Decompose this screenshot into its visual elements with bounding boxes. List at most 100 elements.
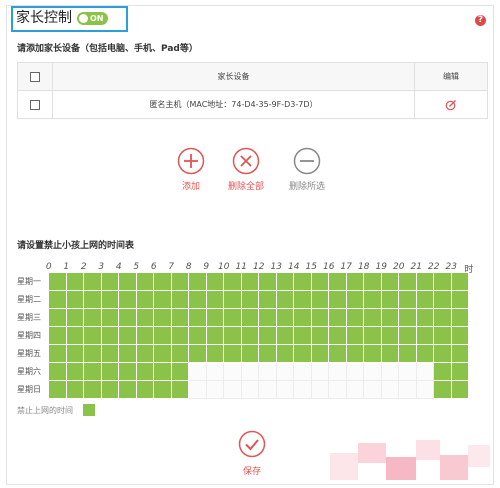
schedule-cell[interactable] xyxy=(259,309,277,327)
schedule-cell[interactable] xyxy=(154,381,172,399)
schedule-cell[interactable] xyxy=(241,273,259,291)
schedule-cell[interactable] xyxy=(364,291,382,309)
help-icon[interactable]: ? xyxy=(475,15,486,26)
schedule-cell[interactable] xyxy=(294,327,312,345)
schedule-cell[interactable] xyxy=(241,345,259,363)
schedule-cell[interactable] xyxy=(224,273,242,291)
schedule-cell[interactable] xyxy=(66,363,84,381)
schedule-cell[interactable] xyxy=(101,345,119,363)
schedule-cell[interactable] xyxy=(311,309,329,327)
schedule-cell[interactable] xyxy=(224,309,242,327)
schedule-cell[interactable] xyxy=(276,327,294,345)
schedule-cell[interactable] xyxy=(329,309,347,327)
schedule-cell[interactable] xyxy=(224,291,242,309)
delete-selected-button[interactable]: 删除所选 xyxy=(272,147,342,192)
schedule-cell[interactable] xyxy=(416,381,434,399)
schedule-cell[interactable] xyxy=(101,381,119,399)
schedule-cell[interactable] xyxy=(241,363,259,381)
schedule-cell[interactable] xyxy=(364,273,382,291)
schedule-cell[interactable] xyxy=(224,363,242,381)
schedule-cell[interactable] xyxy=(364,363,382,381)
schedule-cell[interactable] xyxy=(101,363,119,381)
schedule-cell[interactable] xyxy=(224,327,242,345)
schedule-cell[interactable] xyxy=(451,291,469,309)
row-checkbox[interactable] xyxy=(30,99,40,110)
schedule-cell[interactable] xyxy=(311,291,329,309)
schedule-cell[interactable] xyxy=(451,381,469,399)
schedule-cell[interactable] xyxy=(49,273,67,291)
schedule-cell[interactable] xyxy=(451,363,469,381)
schedule-cell[interactable] xyxy=(346,381,364,399)
schedule-cell[interactable] xyxy=(399,273,417,291)
schedule-cell[interactable] xyxy=(49,345,67,363)
schedule-cell[interactable] xyxy=(311,381,329,399)
schedule-cell[interactable] xyxy=(154,363,172,381)
schedule-cell[interactable] xyxy=(119,291,137,309)
schedule-cell[interactable] xyxy=(434,327,452,345)
schedule-cell[interactable] xyxy=(206,273,224,291)
schedule-cell[interactable] xyxy=(451,345,469,363)
schedule-cell[interactable] xyxy=(416,309,434,327)
schedule-cell[interactable] xyxy=(434,345,452,363)
schedule-cell[interactable] xyxy=(206,381,224,399)
schedule-cell[interactable] xyxy=(416,345,434,363)
schedule-cell[interactable] xyxy=(259,291,277,309)
schedule-cell[interactable] xyxy=(206,309,224,327)
schedule-cell[interactable] xyxy=(451,273,469,291)
schedule-cell[interactable] xyxy=(206,363,224,381)
schedule-cell[interactable] xyxy=(189,363,207,381)
schedule-cell[interactable] xyxy=(294,309,312,327)
schedule-cell[interactable] xyxy=(49,363,67,381)
schedule-cell[interactable] xyxy=(434,381,452,399)
schedule-cell[interactable] xyxy=(101,327,119,345)
schedule-cell[interactable] xyxy=(364,381,382,399)
schedule-cell[interactable] xyxy=(346,363,364,381)
schedule-cell[interactable] xyxy=(189,381,207,399)
schedule-cell[interactable] xyxy=(224,345,242,363)
schedule-cell[interactable] xyxy=(189,291,207,309)
schedule-cell[interactable] xyxy=(434,363,452,381)
schedule-cell[interactable] xyxy=(381,309,399,327)
schedule-cell[interactable] xyxy=(171,309,189,327)
schedule-cell[interactable] xyxy=(399,363,417,381)
schedule-cell[interactable] xyxy=(84,291,102,309)
schedule-cell[interactable] xyxy=(241,309,259,327)
schedule-cell[interactable] xyxy=(276,273,294,291)
schedule-cell[interactable] xyxy=(276,363,294,381)
schedule-cell[interactable] xyxy=(416,273,434,291)
schedule-cell[interactable] xyxy=(84,327,102,345)
schedule-cell[interactable] xyxy=(329,291,347,309)
schedule-cell[interactable] xyxy=(294,273,312,291)
edit-icon[interactable] xyxy=(445,99,457,110)
schedule-cell[interactable] xyxy=(259,345,277,363)
schedule-cell[interactable] xyxy=(451,327,469,345)
schedule-cell[interactable] xyxy=(189,273,207,291)
schedule-cell[interactable] xyxy=(294,381,312,399)
schedule-cell[interactable] xyxy=(294,345,312,363)
schedule-cell[interactable] xyxy=(259,381,277,399)
schedule-cell[interactable] xyxy=(66,345,84,363)
schedule-cell[interactable] xyxy=(381,273,399,291)
schedule-cell[interactable] xyxy=(136,309,154,327)
schedule-cell[interactable] xyxy=(364,309,382,327)
schedule-cell[interactable] xyxy=(311,345,329,363)
schedule-cell[interactable] xyxy=(399,345,417,363)
schedule-cell[interactable] xyxy=(381,291,399,309)
schedule-cell[interactable] xyxy=(381,345,399,363)
schedule-cell[interactable] xyxy=(434,291,452,309)
schedule-cell[interactable] xyxy=(434,273,452,291)
schedule-cell[interactable] xyxy=(276,345,294,363)
schedule-cell[interactable] xyxy=(381,381,399,399)
schedule-cell[interactable] xyxy=(346,345,364,363)
schedule-cell[interactable] xyxy=(206,327,224,345)
schedule-cell[interactable] xyxy=(171,273,189,291)
schedule-cell[interactable] xyxy=(399,381,417,399)
schedule-cell[interactable] xyxy=(119,273,137,291)
schedule-grid[interactable] xyxy=(49,273,469,399)
schedule-cell[interactable] xyxy=(154,291,172,309)
schedule-cell[interactable] xyxy=(329,363,347,381)
schedule-cell[interactable] xyxy=(119,381,137,399)
schedule-cell[interactable] xyxy=(171,363,189,381)
schedule-cell[interactable] xyxy=(346,273,364,291)
schedule-cell[interactable] xyxy=(101,273,119,291)
